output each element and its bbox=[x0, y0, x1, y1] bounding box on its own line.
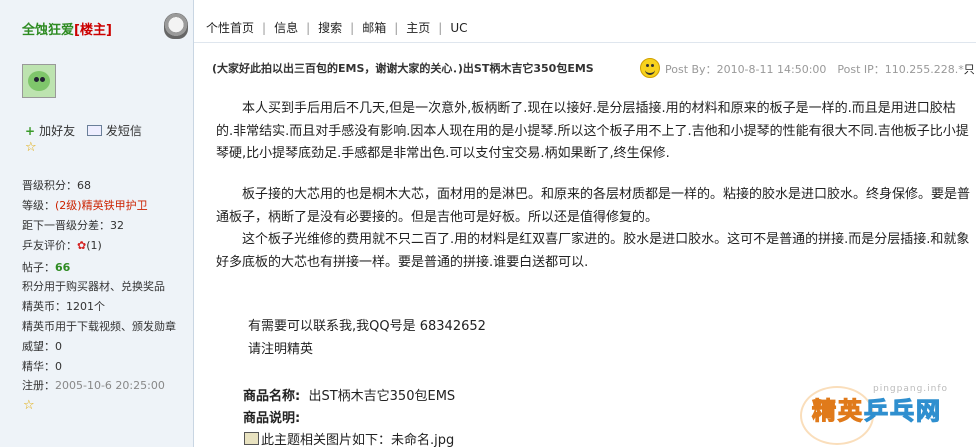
upgrade-points: 晋级积分：68 bbox=[22, 179, 91, 192]
nav-mailbox[interactable]: 邮箱 bbox=[362, 21, 386, 35]
registered-date: 注册：2005-10-6 20:25:00 bbox=[22, 379, 165, 392]
smiley-icon bbox=[640, 58, 660, 78]
image-file-icon bbox=[244, 432, 259, 445]
star-icon: ☆ bbox=[23, 398, 35, 413]
add-friend-button[interactable]: + 加好友 bbox=[25, 122, 79, 139]
contact-note: 请注明精英 bbox=[248, 342, 314, 357]
flower-icon: ✿ bbox=[77, 239, 87, 252]
nav-uc[interactable]: UC bbox=[450, 21, 467, 35]
online-status-avatar-icon bbox=[164, 13, 188, 39]
plus-icon: + bbox=[25, 124, 36, 138]
thread-starter-tag: [楼主] bbox=[74, 23, 112, 38]
user-level: 等级：(2级)精英铁甲护卫 bbox=[22, 199, 148, 212]
user-actions: + 加好友 发短信 bbox=[25, 122, 150, 139]
prestige: 威望：0 bbox=[22, 340, 62, 353]
post-meta: Post By：2010-8-11 14:50:00 Post IP：110.2… bbox=[665, 63, 975, 76]
product-description: 商品说明: bbox=[243, 411, 301, 426]
divider bbox=[194, 42, 976, 43]
nav-homepage[interactable]: 主页 bbox=[406, 21, 430, 35]
coins-usage-link[interactable]: 精英币用于下载视频、颁发勋章 bbox=[22, 317, 176, 337]
nav-search[interactable]: 搜索 bbox=[318, 21, 342, 35]
user-nav-bar: 个性首页 | 信息 | 搜索 | 邮箱 | 主页 | UC bbox=[206, 21, 468, 35]
essence: 精华：0 bbox=[22, 360, 62, 373]
attachment-link[interactable]: 此主题相关图片如下：未命名.jpg bbox=[244, 429, 454, 448]
contact-qq: 有需要可以联系我,我QQ号是 68342652 bbox=[248, 319, 486, 334]
post-paragraph-2: 板子接的大芯用的也是桐木大芯，面材用的是淋巴。和原来的各层材质都是一样的。粘接的… bbox=[216, 187, 971, 225]
user-rating: 乒友评价：✿(1) bbox=[22, 239, 102, 252]
send-message-button[interactable]: 发短信 bbox=[86, 122, 146, 139]
level-value[interactable]: (2级)精英铁甲护卫 bbox=[55, 199, 148, 212]
watermark-logo: 精英乒乓网 bbox=[811, 396, 942, 425]
product-name: 商品名称: 出ST柄木吉它350包EMS bbox=[243, 389, 456, 404]
rating-value[interactable]: (1) bbox=[86, 239, 102, 252]
points-usage-link[interactable]: 积分用于购买器材、兑换奖品 bbox=[22, 277, 165, 297]
author-sidebar: 全蚀狂爱[楼主] + 加好友 发短信 ☆ 晋级积分：68 等级：(2级)精英铁甲护… bbox=[0, 0, 194, 447]
post-count: 帖子：66 bbox=[22, 261, 71, 274]
author-name-text[interactable]: 全蚀狂爱 bbox=[22, 23, 74, 38]
meta-cut-text: 只 bbox=[963, 63, 975, 76]
mail-icon bbox=[86, 125, 102, 136]
post-count-value: 66 bbox=[55, 261, 71, 274]
avatar-face bbox=[28, 71, 50, 91]
nav-info[interactable]: 信息 bbox=[274, 21, 298, 35]
post-paragraph-3: 这个板子光维修的费用就不只二百了.用的材料是红双喜厂家进的。胶水是进口胶水。这可… bbox=[216, 232, 970, 270]
post-title: (大家好此拍以出三百包的EMS，谢谢大家的关心．)出ST柄木吉它350包EMS bbox=[212, 62, 594, 75]
nav-profile-home[interactable]: 个性首页 bbox=[206, 21, 254, 35]
avatar[interactable] bbox=[22, 64, 56, 98]
post-paragraph-1: 本人买到手后用后不几天,但是一次意外,板柄断了.现在以接好.是分层插接.用的材料… bbox=[216, 101, 969, 161]
elite-coins: 精英币：1201个 bbox=[22, 300, 105, 313]
author-name[interactable]: 全蚀狂爱[楼主] bbox=[22, 19, 112, 38]
star-icon: ☆ bbox=[25, 140, 37, 155]
next-level-diff: 距下一晋级分差：32 bbox=[22, 219, 124, 232]
